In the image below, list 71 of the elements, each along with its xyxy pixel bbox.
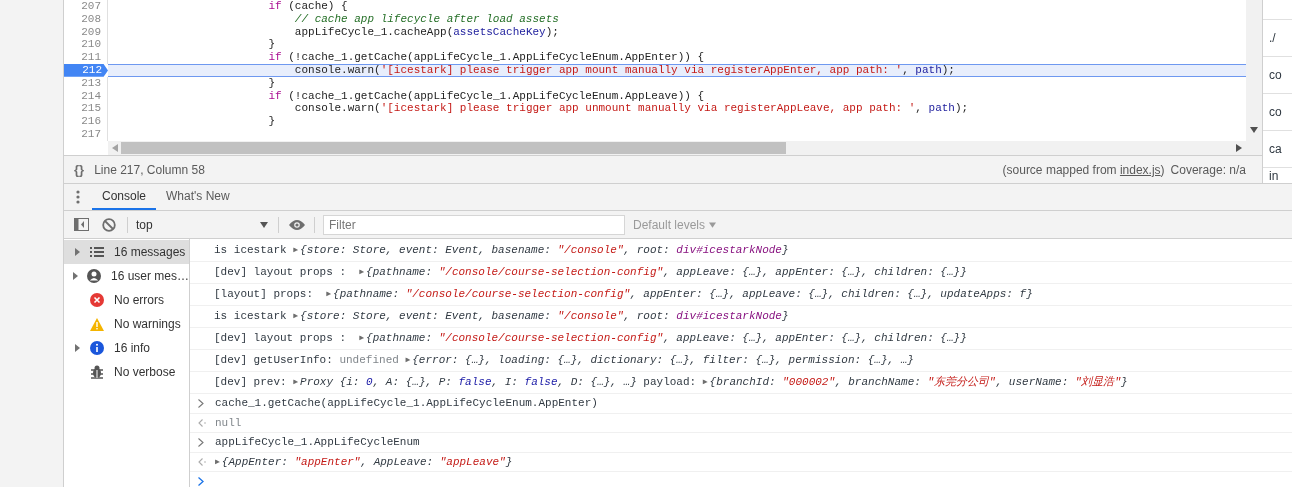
result-arrow-icon xyxy=(198,457,206,466)
scroll-down-icon[interactable] xyxy=(1250,127,1258,133)
console-result: ▶ {AppEnter: "appEnter", AppLeave: "appLeave"} xyxy=(215,454,513,470)
panel-item[interactable]: ca xyxy=(1269,140,1282,158)
console-message: [dev] getUserInfo: undefined ▶ {error: {…}, loading: {…}, dictionary: {…}, filter: {…}, permission: {…}, …} xyxy=(214,353,914,369)
line-number[interactable]: 216 xyxy=(64,115,108,128)
source-map-note: (source mapped from index.js) xyxy=(1002,161,1165,179)
console-result: null xyxy=(215,415,242,431)
vertical-scrollbar[interactable] xyxy=(1246,0,1262,155)
console-message: [dev] layout props : ▶ {pathname: "/console/course-selection-config", appLeave: {…}, appEnter: {…}, children: {…}} xyxy=(214,265,967,281)
code-line: } xyxy=(267,76,277,90)
warning-icon xyxy=(90,317,104,331)
console-message: is icestark ▶ {store: Store, event: Event, basename: "/console", root: div#icestarkNode} xyxy=(214,243,789,259)
panel-item[interactable]: in xyxy=(1269,168,1279,183)
console-message: [dev] layout props : ▶ {pathname: "/console/course-selection-config", appLeave: {…}, appEnter: {…}, children: {…}} xyxy=(214,331,967,347)
console-message: [dev] prev: ▶ Proxy {i: 0, A: {…}, P: false, I: false, D: {…}, …} payload: ▶ {branchId: "000002", branchName: "东莞分公司", userName: "刘显浩"} xyxy=(214,375,1128,391)
code-line: if (!cache_1.getCache(appLifeCycle_1.AppLifeCycleEnum.AppLeave)) { xyxy=(267,89,706,103)
clear-console-icon[interactable] xyxy=(102,217,116,232)
dropdown-caret-icon[interactable] xyxy=(260,221,268,228)
code-line: console.warn('[icestark] please trigger app unmount manually via registerAppLeave, app path: ', path); xyxy=(293,102,970,116)
result-arrow-icon xyxy=(198,418,206,427)
sidebar-item[interactable]: No verbose xyxy=(64,360,189,384)
sidebar-item[interactable]: No warnings xyxy=(64,312,189,336)
input-prompt-icon xyxy=(198,398,204,408)
sidebar-item[interactable]: 16 user mes… xyxy=(64,264,189,288)
info-icon xyxy=(90,341,104,355)
list-icon xyxy=(90,246,104,258)
cursor-position: Line 217, Column 58 xyxy=(94,161,205,179)
console-command: appLifeCycle_1.AppLifeCycleEnum xyxy=(215,435,420,450)
line-number[interactable]: 213 xyxy=(64,76,108,90)
line-number[interactable]: 209 xyxy=(64,25,108,39)
horizontal-scrollbar[interactable] xyxy=(108,141,1246,155)
code-line: } xyxy=(267,115,277,128)
code-line: } xyxy=(267,38,277,52)
drawer-tab[interactable]: What's New xyxy=(156,184,240,210)
line-number[interactable]: 211 xyxy=(64,51,108,64)
source-link[interactable]: index.js xyxy=(1119,162,1161,177)
line-number[interactable]: 217 xyxy=(64,127,108,141)
panel-item[interactable]: co xyxy=(1269,103,1282,121)
sidebar-item[interactable]: No errors xyxy=(64,288,189,312)
code-line: // cache app lifecycle after load assets xyxy=(293,12,560,26)
console-message: is icestark ▶ {store: Store, event: Event, basename: "/console", root: div#icestarkNode} xyxy=(214,309,789,325)
panel-item[interactable]: co xyxy=(1269,66,1282,84)
context-dropdown[interactable]: top xyxy=(136,215,268,234)
sidebar-toggle-icon[interactable] xyxy=(74,218,89,231)
sidebar-item[interactable]: 16 info xyxy=(64,336,189,360)
coverage-label: Coverage: n/a xyxy=(1170,161,1246,179)
code-line: if (cache) { xyxy=(267,0,349,13)
bug-icon xyxy=(90,365,104,379)
input-prompt-icon xyxy=(198,437,204,447)
line-number[interactable]: 210 xyxy=(64,38,108,52)
console-message: [layout] props: ▶ {pathname: "/console/course-selection-config", appEnter: {…}, appLeave: {…}, children: {…}, updateApps: f} xyxy=(214,287,1033,303)
scroll-right-icon[interactable] xyxy=(1236,144,1242,152)
more-options-icon[interactable] xyxy=(76,190,80,204)
scrollbar-thumb[interactable] xyxy=(121,142,786,154)
console-command: cache_1.getCache(appLifeCycle_1.AppLifeCycleEnum.AppEnter) xyxy=(215,396,598,411)
eye-icon[interactable] xyxy=(289,219,305,230)
line-number[interactable]: 212 xyxy=(64,64,108,77)
panel-item[interactable]: ./ xyxy=(1269,29,1276,47)
filter-field[interactable]: Filter xyxy=(323,214,625,235)
user-icon xyxy=(86,269,101,283)
code-line: if (!cache_1.getCache(appLifeCycle_1.AppLifeCycleEnum.AppEnter)) { xyxy=(267,51,706,64)
code-line: appLifeCycle_1.cacheApp(assetsCacheKey); xyxy=(293,25,560,39)
line-number[interactable]: 207 xyxy=(64,0,108,13)
pretty-print-button[interactable]: {} xyxy=(64,159,95,180)
line-number[interactable]: 214 xyxy=(64,89,108,103)
prompt-caret-icon xyxy=(198,476,204,486)
error-icon xyxy=(90,293,104,307)
line-number[interactable]: 208 xyxy=(64,12,108,26)
line-number[interactable]: 215 xyxy=(64,102,108,116)
sidebar-item[interactable]: 16 messages xyxy=(64,240,189,264)
